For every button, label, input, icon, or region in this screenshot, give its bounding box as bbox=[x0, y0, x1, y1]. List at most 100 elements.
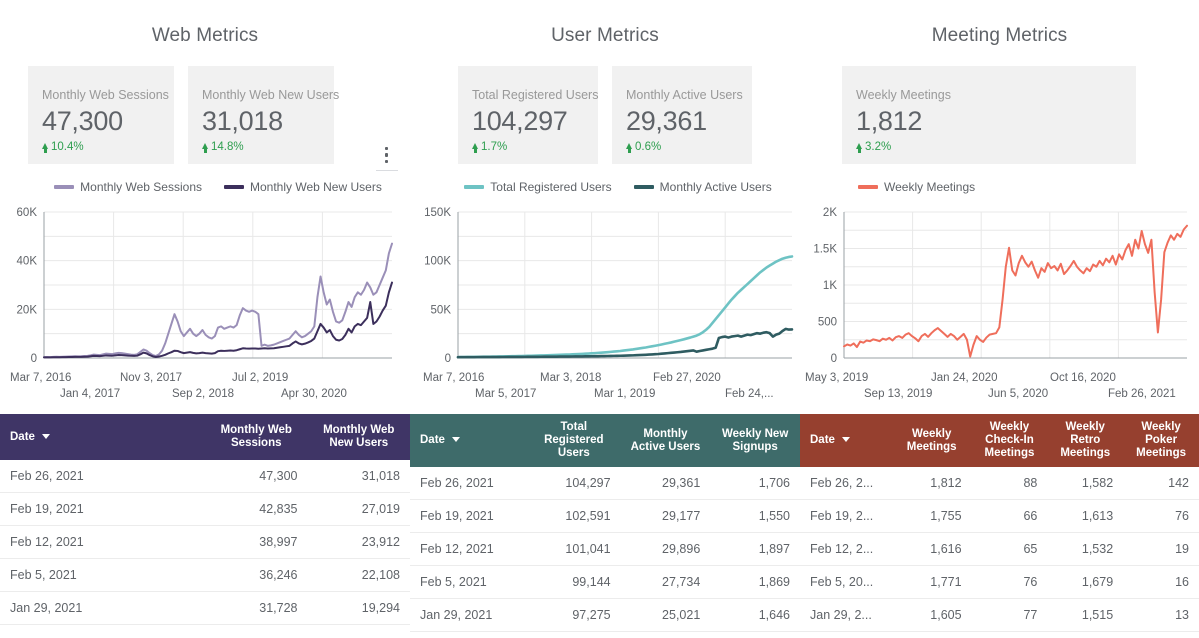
sort-desc-icon bbox=[42, 434, 50, 439]
table-row[interactable]: Feb 19, 2021102,59129,1771,550 bbox=[410, 500, 800, 533]
sort-desc-icon bbox=[452, 437, 460, 442]
table-row[interactable]: Feb 26, 2021104,29729,3611,706 bbox=[410, 467, 800, 500]
table-web-metrics: Date Monthly Web Sessions Monthly Web Ne… bbox=[0, 414, 410, 625]
column-header-weekly-meetings[interactable]: Weekly Meetings bbox=[892, 414, 972, 467]
scorecard-delta: 3.2% bbox=[856, 140, 1120, 154]
x-tick-label: Sep 2, 2018 bbox=[172, 388, 234, 400]
page-title-user: User Metrics bbox=[410, 0, 800, 47]
table-row[interactable]: Feb 12, 2...1,616651,53219 bbox=[800, 533, 1199, 566]
table-row[interactable]: Jan 29, 202197,27525,0211,646 bbox=[410, 599, 800, 632]
legend-item-total-registered-users[interactable]: Total Registered Users bbox=[464, 180, 611, 194]
arrow-up-icon bbox=[626, 143, 632, 149]
scorecard-weekly-meetings[interactable]: Weekly Meetings 1,812 3.2% bbox=[842, 66, 1136, 164]
column-header-date[interactable]: Date bbox=[410, 414, 527, 467]
column-header-monthly-web-new-users[interactable]: Monthly Web New Users bbox=[308, 414, 411, 460]
scorecard-row-user: Total Registered Users 104,297 1.7% Mont… bbox=[410, 66, 800, 164]
cell-date: Jan 29, 2021 bbox=[0, 592, 205, 625]
cell-value: 23,912 bbox=[308, 526, 411, 559]
cell-value: 142 bbox=[1123, 467, 1199, 500]
table-row[interactable]: Feb 5, 20...1,771761,67916 bbox=[800, 566, 1199, 599]
legend-swatch-icon bbox=[634, 185, 654, 189]
scorecard-monthly-web-new-users[interactable]: Monthly Web New Users 31,018 14.8% bbox=[188, 66, 334, 164]
cell-date: Feb 12, 2021 bbox=[0, 526, 205, 559]
cell-value: 38,997 bbox=[205, 526, 308, 559]
cell-value: 76 bbox=[1123, 500, 1199, 533]
cell-value: 22,108 bbox=[308, 559, 411, 592]
cell-date: Jan 29, 2... bbox=[800, 599, 892, 632]
plot-area-web: 020K40K60K bbox=[0, 204, 410, 372]
table-row[interactable]: Jan 29, 202131,72819,294 bbox=[0, 592, 410, 625]
svg-text:100K: 100K bbox=[424, 256, 451, 268]
svg-text:50K: 50K bbox=[431, 304, 452, 316]
svg-text:2K: 2K bbox=[823, 207, 837, 219]
column-header-date[interactable]: Date bbox=[0, 414, 205, 460]
cell-date: Feb 12, 2021 bbox=[410, 533, 527, 566]
cell-value: 1,550 bbox=[710, 500, 800, 533]
svg-text:60K: 60K bbox=[17, 207, 38, 219]
column-header-monthly-active-users[interactable]: Monthly Active Users bbox=[621, 414, 711, 467]
table-user-metrics: Date Total Registered Users Monthly Acti… bbox=[410, 414, 800, 632]
chart-meeting-metrics: Weekly Meetings 05001K1.5K2K May 3, 2019… bbox=[800, 178, 1199, 406]
column-header-weekly-new-signups[interactable]: Weekly New Signups bbox=[710, 414, 800, 467]
scorecard-label: Monthly Web Sessions bbox=[42, 88, 158, 103]
cell-value: 65 bbox=[972, 533, 1048, 566]
cell-value: 29,361 bbox=[621, 467, 711, 500]
table-row[interactable]: Feb 19, 202142,83527,019 bbox=[0, 493, 410, 526]
x-tick-label: Mar 7, 2016 bbox=[10, 372, 71, 384]
scorecard-monthly-web-sessions[interactable]: Monthly Web Sessions 47,300 10.4% bbox=[28, 66, 174, 164]
cell-value: 1,646 bbox=[710, 599, 800, 632]
cell-value: 1,679 bbox=[1047, 566, 1123, 599]
cell-value: 1,616 bbox=[892, 533, 972, 566]
table-row[interactable]: Feb 5, 202199,14427,7341,869 bbox=[410, 566, 800, 599]
column-header-weekly-checkin-meetings[interactable]: Weekly Check-In Meetings bbox=[972, 414, 1048, 467]
table-row[interactable]: Feb 26, 2...1,812881,582142 bbox=[800, 467, 1199, 500]
panel-meeting-metrics: Meeting Metrics Weekly Meetings 1,812 3.… bbox=[800, 0, 1199, 638]
legend-item-monthly-active-users[interactable]: Monthly Active Users bbox=[634, 180, 772, 194]
legend-item-monthly-web-new-users[interactable]: Monthly Web New Users bbox=[224, 180, 382, 194]
scorecard-value: 31,018 bbox=[202, 104, 318, 138]
table-row[interactable]: Feb 12, 2021101,04129,8961,897 bbox=[410, 533, 800, 566]
x-tick-label: Mar 1, 2019 bbox=[594, 388, 655, 400]
column-header-weekly-retro-meetings[interactable]: Weekly Retro Meetings bbox=[1047, 414, 1123, 467]
scorecard-delta-value: 0.6% bbox=[635, 140, 661, 154]
scorecard-value: 1,812 bbox=[856, 104, 1120, 138]
x-tick-label: Jul 2, 2019 bbox=[232, 372, 288, 384]
cell-value: 102,591 bbox=[527, 500, 621, 533]
svg-text:1.5K: 1.5K bbox=[813, 244, 837, 256]
metrics-dashboard: Web Metrics Monthly Web Sessions 47,300 … bbox=[0, 0, 1199, 638]
table-row[interactable]: Jan 29, 2...1,605771,51513 bbox=[800, 599, 1199, 632]
table-user-metrics-wrap: Date Total Registered Users Monthly Acti… bbox=[410, 414, 800, 632]
cell-value: 66 bbox=[972, 500, 1048, 533]
plot-area-user: 0 50K 100K 150K bbox=[410, 204, 800, 372]
table-row[interactable]: Feb 19, 2...1,755661,61376 bbox=[800, 500, 1199, 533]
legend-item-monthly-web-sessions[interactable]: Monthly Web Sessions bbox=[54, 180, 202, 194]
column-header-monthly-web-sessions[interactable]: Monthly Web Sessions bbox=[205, 414, 308, 460]
table-row[interactable]: Feb 5, 202136,24622,108 bbox=[0, 559, 410, 592]
scorecard-monthly-active-users[interactable]: Monthly Active Users 29,361 0.6% bbox=[612, 66, 752, 164]
cell-value: 1,755 bbox=[892, 500, 972, 533]
x-tick-label: Mar 5, 2017 bbox=[475, 388, 536, 400]
table-meeting-metrics-wrap: Date Weekly Meetings Weekly Check-In Mee… bbox=[800, 414, 1199, 632]
svg-text:0: 0 bbox=[445, 353, 451, 365]
scorecard-value: 29,361 bbox=[626, 104, 736, 138]
x-tick-label: Mar 3, 2018 bbox=[540, 372, 601, 384]
svg-text:40K: 40K bbox=[17, 256, 38, 268]
scorecard-delta-value: 3.2% bbox=[865, 140, 891, 154]
column-header-date[interactable]: Date bbox=[800, 414, 892, 467]
legend-swatch-icon bbox=[858, 185, 878, 189]
svg-text:150K: 150K bbox=[424, 207, 451, 219]
scorecard-delta: 1.7% bbox=[472, 140, 582, 154]
more-options-icon[interactable] bbox=[381, 143, 392, 167]
column-header-total-registered-users[interactable]: Total Registered Users bbox=[527, 414, 621, 467]
legend-label: Monthly Web Sessions bbox=[80, 180, 202, 194]
legend-item-weekly-meetings[interactable]: Weekly Meetings bbox=[858, 180, 975, 194]
table-row[interactable]: Feb 26, 202147,30031,018 bbox=[0, 460, 410, 493]
table-header-row: Date Weekly Meetings Weekly Check-In Mee… bbox=[800, 414, 1199, 467]
column-header-weekly-poker-meetings[interactable]: Weekly Poker Meetings bbox=[1123, 414, 1199, 467]
legend-swatch-icon bbox=[54, 185, 74, 189]
x-tick-label: Oct 16, 2020 bbox=[1050, 372, 1116, 384]
scorecard-total-registered-users[interactable]: Total Registered Users 104,297 1.7% bbox=[458, 66, 598, 164]
x-tick-label: Mar 7, 2016 bbox=[423, 372, 484, 384]
table-row[interactable]: Feb 12, 202138,99723,912 bbox=[0, 526, 410, 559]
chart-legend-meeting: Weekly Meetings bbox=[800, 178, 1199, 196]
